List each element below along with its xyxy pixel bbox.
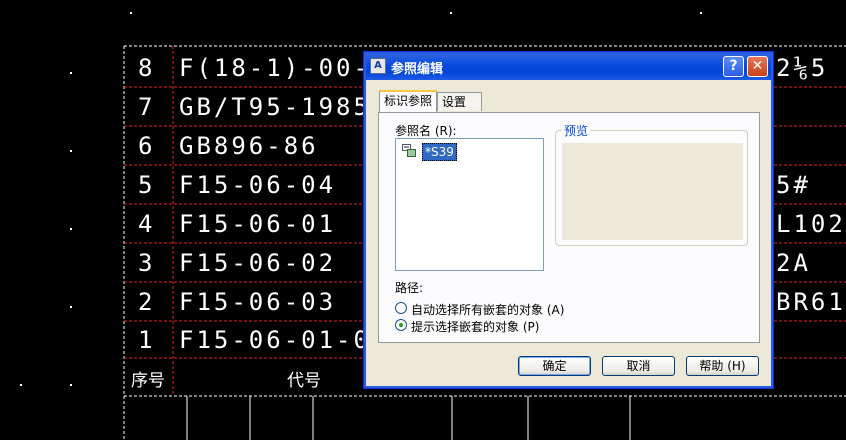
row-number: 3 [138, 249, 155, 277]
help-question-icon[interactable]: ? [723, 56, 744, 77]
preview-groupbox: 预览 [555, 122, 748, 246]
reference-name-list[interactable]: *S39 [395, 138, 544, 271]
part-material: 2A [776, 249, 811, 277]
ok-button[interactable]: 确定 [518, 356, 591, 376]
reference-name-label: 参照名 (R): [395, 124, 457, 138]
help-button[interactable]: 帮助 (H) [686, 356, 759, 376]
bottom-table-lines [186, 396, 631, 440]
close-icon[interactable]: ✕ [747, 56, 768, 77]
part-code: GB896-86 [179, 132, 319, 160]
row-number: 2 [138, 288, 155, 316]
part-material: 5# [776, 171, 811, 199]
row-number: 5 [138, 171, 155, 199]
radio-button-selected[interactable] [395, 319, 407, 331]
cancel-button[interactable]: 取消 [602, 356, 675, 376]
xref-icon [402, 144, 416, 157]
row-number: 8 [138, 54, 155, 82]
row-number: 1 [138, 326, 155, 354]
header-code-label: 代号 [287, 371, 321, 391]
part-code: F15-06-01-00 [179, 326, 388, 354]
tab-settings[interactable]: 设置 [437, 92, 482, 111]
part-code: F15-06-03 [179, 288, 336, 316]
dialog-title: 参照编辑 [391, 62, 444, 77]
radio-label: 自动选择所有嵌套的对象 (A) [411, 303, 565, 317]
row-number: 4 [138, 210, 155, 238]
part-code: F15-06-01 [179, 210, 336, 238]
reference-edit-dialog: A 参照编辑 ? ✕ 标识参照 设置 参照名 (R): *S39 预览 路径: [363, 51, 774, 389]
dialog-titlebar[interactable]: A 参照编辑 ? ✕ [366, 54, 771, 80]
path-label: 路径: [395, 281, 424, 295]
radio-button[interactable] [395, 302, 407, 314]
preview-label: 预览 [562, 122, 591, 139]
tab-identify-reference[interactable]: 标识参照 [379, 90, 437, 112]
tab-panel: 参照名 (R): *S39 预览 路径: 自动选择所有嵌套的对象 (A) 提示选… [378, 112, 760, 343]
part-material: BR612 [776, 288, 846, 316]
part-code: F15-06-04 [179, 171, 336, 199]
part-material: 2⅙5 [776, 54, 828, 82]
autocad-app-icon: A [370, 58, 386, 74]
part-code: GB/T95-1985 [179, 93, 371, 121]
reference-item-label: *S39 [422, 143, 457, 161]
radio-label: 提示选择嵌套的对象 (P) [411, 320, 540, 334]
row-number: 6 [138, 132, 155, 160]
header-seq-label: 序号 [131, 371, 165, 391]
part-code: F15-06-02 [179, 249, 336, 277]
row-number: 7 [138, 93, 155, 121]
part-material: L102 [776, 210, 846, 238]
preview-area [562, 143, 743, 240]
